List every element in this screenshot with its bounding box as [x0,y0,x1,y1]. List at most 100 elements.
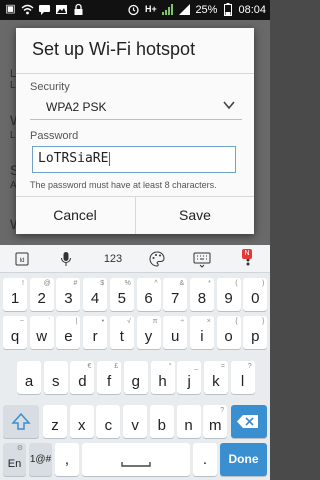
key-label: e [64,328,73,345]
wifi-icon [21,3,34,16]
clock: 08:04 [238,3,266,16]
period-key[interactable]: . [193,443,217,476]
symbols-key[interactable]: 1@# [29,443,52,476]
key-i[interactable]: × i [189,316,214,349]
space-key[interactable] [82,443,190,476]
password-label: Password [30,130,79,142]
photo-icon [55,3,68,16]
key-5[interactable]: % 5 [109,278,134,311]
key-z[interactable]: z [43,405,67,438]
key-y[interactable]: πy [136,316,161,349]
key-9[interactable]: (9 [216,278,241,311]
space-icon [121,462,151,467]
key-t[interactable]: √ t [109,316,134,349]
key-q[interactable]: ~ q [3,316,27,349]
key-r[interactable]: • r [83,316,108,349]
key-label: x [77,417,86,434]
password-value: LoTRSiaRE [38,151,109,166]
notification-badge: N [242,249,252,259]
chevron-down-icon [223,101,235,110]
save-button[interactable]: Save [136,197,254,234]
key-hint: $ [100,280,105,287]
backspace-key[interactable] [231,405,267,438]
key-hint: & [179,280,185,287]
key-6[interactable]: ^ 6 [136,278,161,311]
key-4[interactable]: $4 [83,278,108,311]
key-b[interactable]: b [149,405,174,438]
key-label: d [78,373,87,390]
shift-key[interactable] [3,405,39,438]
key-h[interactable]: ° h [150,361,175,394]
key-e[interactable]: | e [56,316,81,349]
key-hint: π [152,318,158,325]
key-1[interactable]: ! 1 [3,278,27,311]
cancel-button[interactable]: Cancel [16,197,134,234]
key-2[interactable]: @2 [29,278,54,311]
key-d[interactable]: € d [70,361,95,394]
key-a[interactable]: a [17,361,41,394]
key-label: y [144,328,153,345]
key-p[interactable]: } p [243,316,268,349]
key-c[interactable]: c [96,405,121,438]
key-hint: √ [126,318,131,325]
comma-key[interactable]: , [55,443,79,476]
key-u[interactable]: ÷ u [163,316,188,349]
key-label: o [224,328,233,345]
battery-percent: 25% [195,3,218,16]
key-g[interactable]: g [123,361,148,394]
key-8[interactable]: * 8 [189,278,214,311]
security-dropdown[interactable]: WPA2 PSK [30,94,242,120]
key-label: j [187,373,191,390]
key-0[interactable]: ) 0 [243,278,268,311]
key-label: f [107,373,112,390]
wifi-hotspot-dialog: Set up Wi-Fi hotspot Security WPA2 PSK P… [16,28,254,234]
keyboard-icon[interactable] [192,249,212,269]
key-label: t [119,328,124,345]
key-label: l [240,373,245,390]
key-hint: } [261,318,265,325]
id-icon[interactable]: Id [14,249,30,269]
key-hint: * [208,280,211,287]
h-plus-icon: H+ [145,4,157,14]
keyboard: Id 123 N ⚙ En 1@# , . Done ! 1 @2 #3 $4% 5 ^ 6 &… [0,245,270,480]
key-m[interactable]: ? m [203,405,228,438]
key-7[interactable]: & 7 [163,278,188,311]
key-n[interactable]: n [176,405,201,438]
key-hint: ~ [19,318,24,325]
key-j[interactable]: _ j [177,361,202,394]
password-field[interactable]: LoTRSiaRE [32,146,236,173]
key-w[interactable]: ` w [29,316,54,349]
key-label: s [51,373,60,390]
key-label: z [51,417,59,434]
key-o[interactable]: {o [216,316,241,349]
key-x[interactable]: x [69,405,94,438]
key-label: 1 [10,290,20,307]
language-key[interactable]: ⚙ En [3,443,26,476]
palette-icon[interactable] [148,249,166,269]
key-label: g [131,373,140,390]
done-key[interactable]: Done [220,443,267,476]
more-icon[interactable]: N [240,249,260,269]
numbers-toggle[interactable]: 123 [100,249,126,269]
key-l[interactable]: ? l [230,361,255,394]
key-label: 2 [37,290,46,307]
key-hint: € [87,363,92,370]
key-3[interactable]: #3 [56,278,81,311]
key-hint: # [73,280,78,287]
key-hint: ? [247,363,252,370]
key-label: c [104,417,113,434]
key-f[interactable]: £ f [97,361,122,394]
key-hint: £ [114,363,119,370]
key-label: 3 [64,290,73,307]
key-k[interactable]: = k [203,361,228,394]
microphone-icon[interactable] [58,249,74,269]
key-label: 4 [90,290,100,307]
key-s[interactable]: s [43,361,68,394]
key-label: 9 [224,290,233,307]
key-label: n [184,417,193,434]
key-label: w [36,328,48,345]
divider [30,119,242,120]
key-v[interactable]: v [123,405,148,438]
password-hint: The password must have at least 8 charac… [30,180,217,190]
text-cursor [109,151,111,166]
